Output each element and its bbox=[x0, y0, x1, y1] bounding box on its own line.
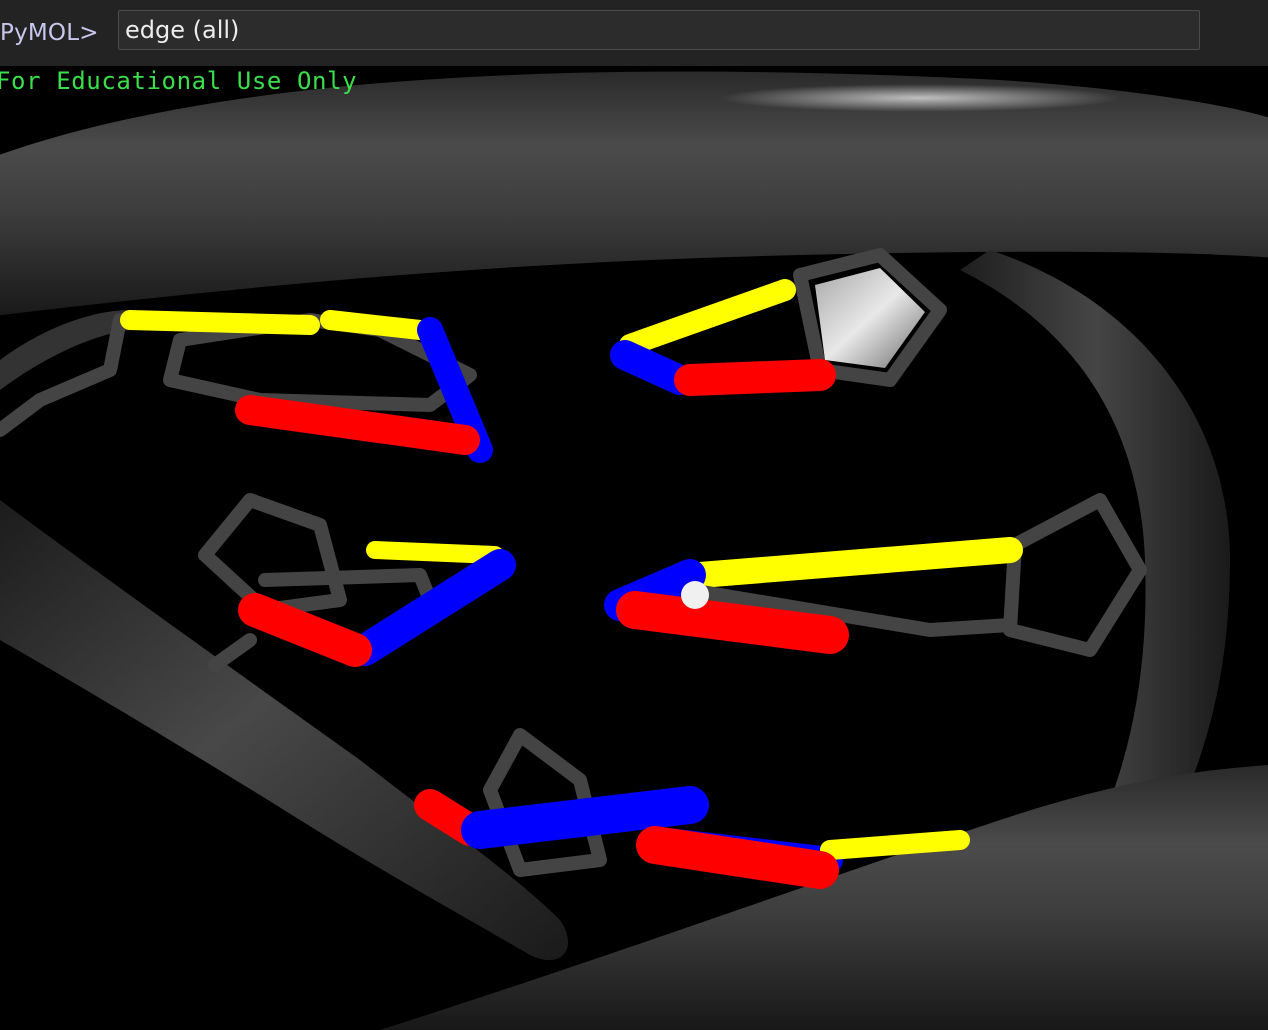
backbone-cartoon[interactable] bbox=[0, 71, 1268, 1030]
command-input[interactable] bbox=[118, 10, 1200, 50]
nucleotide-sticks[interactable] bbox=[0, 248, 1147, 889]
command-bar: PyMOL> bbox=[0, 0, 1268, 66]
molecular-viewport[interactable] bbox=[0, 66, 1268, 1030]
educational-watermark: For Educational Use Only bbox=[0, 67, 358, 95]
command-prompt: PyMOL> bbox=[0, 20, 99, 46]
molecule-scene[interactable] bbox=[0, 66, 1268, 1030]
